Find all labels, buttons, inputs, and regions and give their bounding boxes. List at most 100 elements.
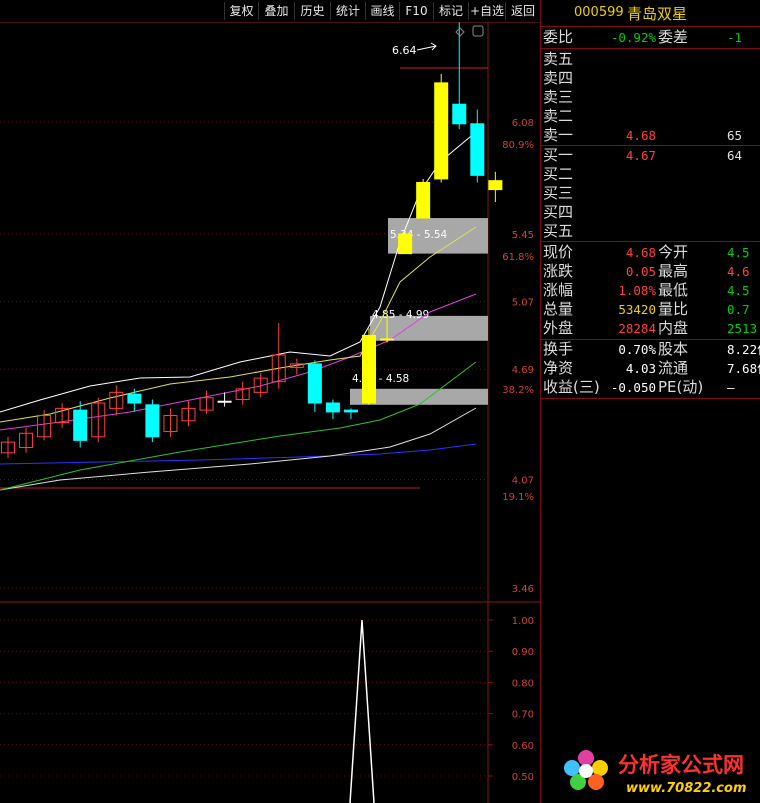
price-tick-label: 5.07 [512, 298, 534, 309]
stat-1-value: 0.05 [625, 264, 656, 279]
fin-1-value: 4.03 [625, 361, 656, 376]
indicator-tick-label: 0.50 [512, 772, 534, 783]
candle-body [380, 338, 395, 341]
stat-3-label2: 量比 [658, 300, 689, 318]
peak-label: 6.64 [392, 44, 417, 57]
stat-2-value2: 4.5 [727, 283, 750, 298]
sell-1-row: 卖四 [541, 69, 760, 88]
fin-1-label2: 流通 [658, 359, 689, 377]
pct-tick-label: 61.8% [502, 252, 534, 263]
sell-0-label: 卖五 [543, 50, 574, 68]
price-tick-label: 6.08 [512, 118, 534, 129]
fin-1-row: 净资 4.03流通 7.68亿 [541, 359, 760, 378]
stat-4-label2: 内盘 [658, 319, 689, 337]
fin-2-row: 收益(三) -0.050 PE(动) — [541, 378, 760, 397]
buy-4-label: 买五 [543, 222, 574, 240]
toolbar-button-5[interactable]: F10 [399, 2, 433, 20]
kline-chart[interactable]: 6.08 5.45 5.07 4.69 4.07 3.46 80.9% 61.8% 38.2% 1… [0, 22, 540, 803]
stat-3-label: 总量 [543, 300, 574, 318]
fin-0-label: 换手 [543, 340, 574, 358]
price-tick-label: 5.45 [512, 230, 534, 241]
candle-body [325, 402, 340, 413]
watermark-title: 分析家公式网 [618, 753, 744, 777]
stat-1-label: 涨跌 [543, 262, 574, 280]
fin-1-value2: 7.68亿 [727, 361, 760, 376]
buy-0-label: 买一 [543, 146, 574, 164]
indicator-tick-label: 0.90 [512, 647, 534, 658]
fin-0-row: 换手 0.70%股本 8.22亿 [541, 340, 760, 359]
quote-panel: 000599 青岛双星 委比 -0.92% 委差 -1 卖五 卖四 卖三 卖二 卖一 4.… [540, 0, 760, 803]
toolbar-button-7[interactable]: +自选 [468, 2, 505, 20]
stat-4-value2: 2513 [727, 321, 758, 336]
weibi-row: 委比 -0.92% 委差 -1 [543, 28, 743, 46]
buy-1-row: 买二 [541, 165, 760, 184]
sell-2-label: 卖三 [543, 88, 574, 106]
candle-body [145, 404, 160, 438]
toolbar-button-1[interactable]: 叠加 [258, 2, 294, 20]
pct-tick-label: 38.2% [502, 385, 534, 396]
sell-4-value2: 65 [727, 128, 743, 143]
buy-1-label: 买二 [543, 165, 574, 183]
candle-body [470, 123, 485, 176]
sell-3-label: 卖二 [543, 107, 574, 125]
stat-2-label2: 最低 [658, 281, 689, 299]
sell-4-label: 卖一 [543, 126, 574, 144]
fin-0-value: 0.70% [618, 342, 656, 357]
buy-3-row: 买四 [541, 203, 760, 222]
stat-0-value: 4.68 [625, 245, 656, 260]
indicator-tick-label: 0.80 [512, 678, 534, 689]
price-tick-label: 3.46 [512, 584, 534, 595]
candle-body [434, 82, 449, 180]
stat-3-row: 总量 53420 量比 0.7 [541, 300, 760, 319]
stat-4-label: 外盘 [543, 319, 574, 337]
stat-3-value: 53420 [618, 302, 656, 317]
stat-2-label: 涨幅 [543, 281, 574, 299]
stat-1-value2: 4.6 [727, 264, 750, 279]
stock-code: 000599 [574, 5, 624, 20]
stat-4-value: 28284 [618, 321, 656, 336]
fin-2-label: 收益(三) [543, 378, 600, 396]
toolbar-button-3[interactable]: 统计 [330, 2, 365, 20]
sell-4-value: 4.68 [625, 128, 656, 143]
fin-1-label: 净资 [543, 359, 574, 377]
candle-body [488, 180, 503, 191]
watermark-logo: 分析家公式网 www.70822.com [564, 750, 747, 796]
buy-0-row: 买一 4.67 64 [541, 146, 760, 165]
price-tick-label: 4.07 [512, 476, 534, 487]
stat-2-row: 涨幅 1.08% 最低 4.5 [541, 281, 760, 300]
quote-header: 000599 青岛双星 [541, 0, 760, 26]
candle-body [362, 334, 376, 404]
window-icon[interactable] [472, 25, 484, 37]
toolbar: 复权 叠加 历史 统计 画线 F10 标记 +自选 返回 [0, 0, 540, 23]
price-tick-label: 4.69 [512, 365, 534, 376]
candle-body [217, 400, 232, 403]
candle-body [452, 103, 467, 125]
diamond-icon[interactable] [455, 27, 465, 37]
ma-blue [0, 443, 477, 465]
toolbar-button-6[interactable]: 标记 [433, 2, 468, 20]
pct-tick-label: 19.1% [502, 492, 534, 503]
stat-0-label: 现价 [543, 243, 574, 261]
toolbar-button-4[interactable]: 画线 [365, 2, 399, 20]
toolbar-button-0[interactable]: 复权 [224, 2, 258, 20]
toolbar-button-2[interactable]: 历史 [294, 2, 330, 20]
pct-tick-label: 80.9% [502, 140, 534, 151]
ma-white [0, 131, 477, 413]
stat-2-value: 1.08% [618, 283, 656, 298]
buy-2-label: 买三 [543, 184, 574, 202]
candle-body [343, 409, 358, 413]
flower-icon [564, 750, 608, 790]
buy-0-value2: 64 [727, 148, 743, 163]
gap-label: 4.49 - 4.58 [352, 373, 409, 385]
watermark-url: www.70822.com [626, 781, 747, 796]
indicator-tick-label: 1.00 [512, 616, 534, 627]
sell-3-row: 卖二 [541, 107, 760, 126]
toolbar-button-8[interactable]: 返回 [505, 2, 540, 20]
fin-0-label2: 股本 [658, 340, 689, 358]
peak-arrow [416, 42, 437, 51]
buy-3-label: 买四 [543, 203, 574, 221]
buy-0-value: 4.67 [625, 148, 656, 163]
candle-body [398, 233, 413, 255]
stat-0-label2: 今开 [658, 243, 689, 261]
indicator-tick-label: 0.70 [512, 710, 534, 721]
